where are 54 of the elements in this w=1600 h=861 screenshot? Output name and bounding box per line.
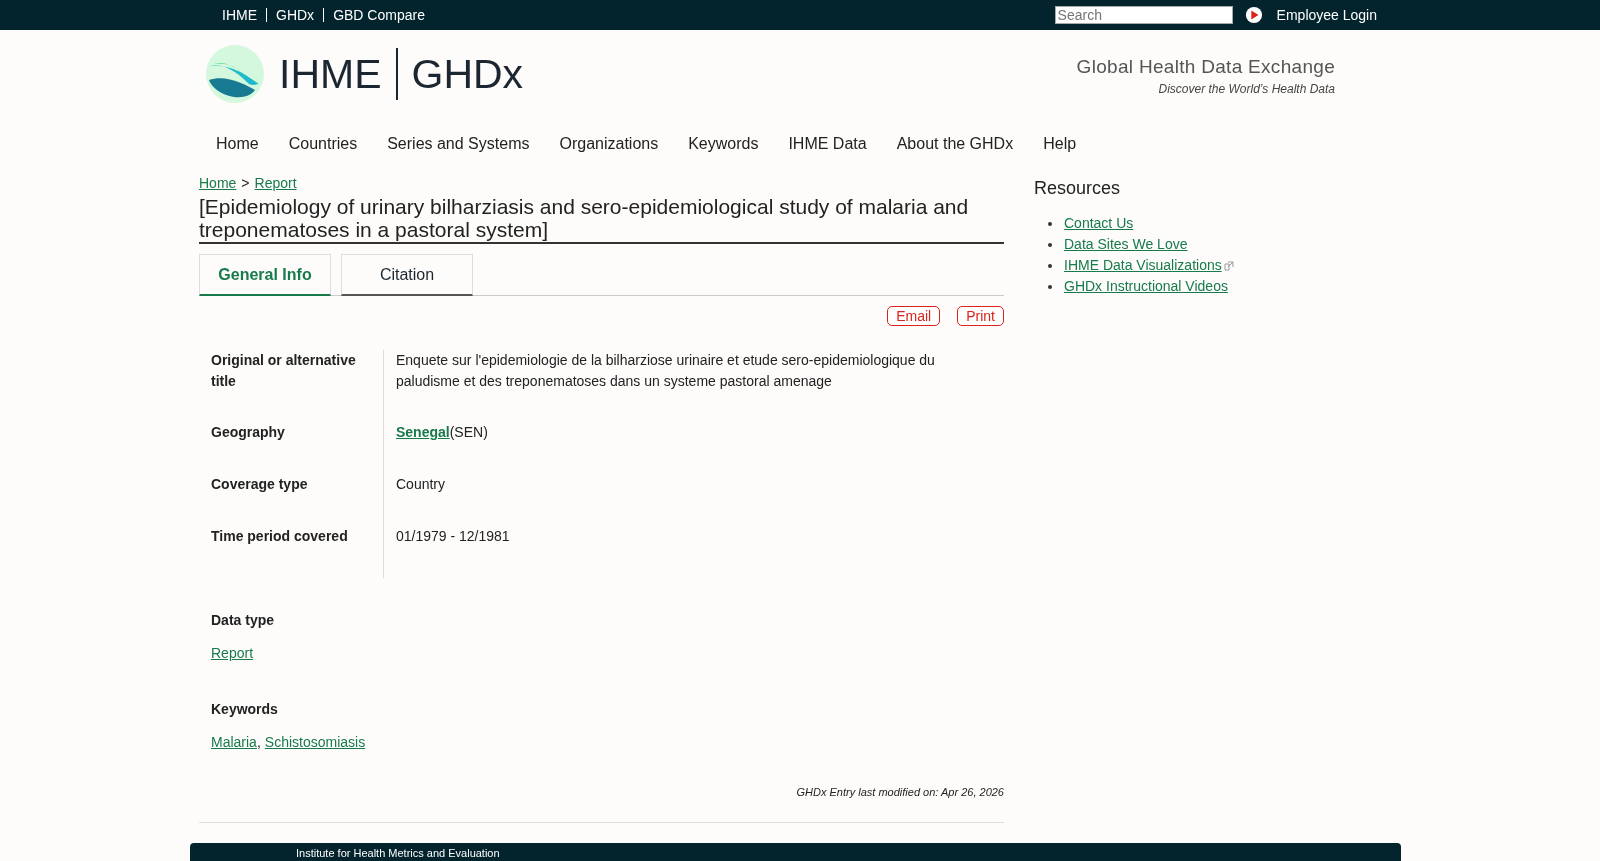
keyword-link[interactable]: Malaria: [211, 734, 257, 750]
resource-link[interactable]: Contact Us: [1064, 213, 1134, 234]
search-field[interactable]: Search: [1054, 6, 1233, 24]
employee-login-link[interactable]: Employee Login: [1276, 7, 1377, 23]
page-title: [Epidemiology of urinary bilharziasis and sero-epidemiological study of malaria and treponematoses in a pastoral system]: [199, 195, 1004, 244]
nav-link[interactable]: About the GHDx: [881, 127, 1029, 161]
tab[interactable]: General Info: [199, 254, 331, 296]
breadcrumb-separator: >: [241, 175, 250, 191]
field-label: Original or alternative title: [199, 350, 384, 422]
top-link[interactable]: GBD Compare: [323, 8, 434, 22]
top-link[interactable]: GHDx: [266, 8, 324, 22]
section-label: Data type: [211, 612, 276, 628]
country-link[interactable]: Senegal: [396, 424, 450, 440]
top-link[interactable]: IHME: [213, 8, 266, 22]
play-icon[interactable]: [1244, 6, 1263, 24]
last-modified-note: GHDx Entry last modified on: Apr 26, 2026: [796, 786, 1004, 798]
field-value: Enquete sur l'epidemiologie de la bilharziose urinaire et etude sero-epidemiologique du paludisme et des treponematoses dans un systeme pastoral amenage: [396, 352, 935, 389]
action-button[interactable]: Print: [957, 306, 1004, 326]
breadcrumb-link[interactable]: Report: [254, 175, 297, 191]
nav-link[interactable]: Home: [201, 127, 274, 161]
breadcrumb-link[interactable]: Home: [199, 175, 237, 191]
logo-text: IHME: [279, 50, 382, 98]
keyword-separator: ,: [256, 734, 261, 750]
nav-link[interactable]: IHME Data: [773, 127, 882, 161]
field-value: (SEN): [449, 424, 488, 440]
field-label: Time period covered: [199, 526, 384, 578]
sidebar-title: Resources: [1034, 178, 1122, 199]
nav-link[interactable]: Keywords: [673, 127, 774, 161]
external-link-icon: [1223, 260, 1234, 271]
resource-link[interactable]: IHME Data Visualizations: [1064, 255, 1222, 276]
keyword-link[interactable]: Schistosomiasis: [264, 734, 366, 750]
logo-text: GHDx: [411, 50, 524, 98]
nav-link[interactable]: Series and Systems: [372, 127, 545, 161]
resource-link[interactable]: Data Sites We Love: [1064, 234, 1188, 255]
footer-text: Institute for Health Metrics and Evaluation: [296, 847, 500, 859]
section-label: Keywords: [211, 701, 279, 717]
site-subtitle: Discover the World’s Health Data: [1157, 82, 1335, 96]
nav-link[interactable]: Help: [1028, 127, 1092, 161]
field-value: Country: [396, 476, 446, 492]
data-type-link[interactable]: Report: [211, 645, 254, 661]
action-button[interactable]: Email: [887, 306, 941, 326]
bullet-icon: [1048, 284, 1052, 289]
tab[interactable]: Citation: [341, 254, 473, 296]
bullet-icon: [1048, 263, 1052, 268]
nav-link[interactable]: Countries: [273, 127, 373, 161]
logo-icon[interactable]: [205, 44, 265, 104]
field-value: 01/1979 - 12/1981: [396, 528, 510, 544]
field-label: Geography: [199, 422, 384, 474]
field-label: Coverage type: [199, 474, 384, 526]
site-tagline: Global Health Data Exchange: [1076, 56, 1335, 78]
bullet-icon: [1048, 242, 1052, 247]
resource-link[interactable]: GHDx Instructional Videos: [1064, 276, 1228, 297]
nav-link[interactable]: Organizations: [544, 127, 674, 161]
bullet-icon: [1048, 221, 1052, 226]
